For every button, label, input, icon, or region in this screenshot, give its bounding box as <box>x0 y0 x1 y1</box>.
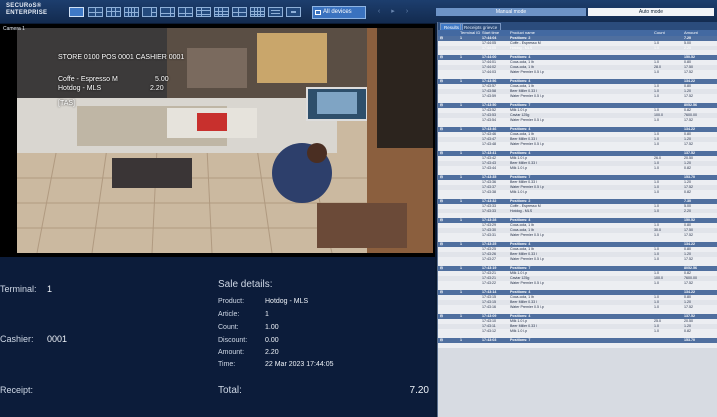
overlay-item1-name: Coffe - Espresso M <box>58 76 118 83</box>
monitor-icon <box>315 10 321 15</box>
cashier-label: Cashier: <box>0 334 34 344</box>
all-devices-label: All devices <box>323 9 352 15</box>
terminal-label: Terminal: <box>0 284 37 294</box>
discount-label: Discount: <box>218 337 248 344</box>
time-label: Time: <box>218 361 236 368</box>
forward-icon[interactable]: › <box>402 8 412 16</box>
app-window: SECURoS® ENTERPRISE All devices ‹ ▸ › Ma… <box>0 0 717 417</box>
overlay-item2-name: Hotdog - MLS <box>58 85 102 92</box>
layout-6x6-button[interactable] <box>250 7 265 17</box>
layout-3x3-button[interactable] <box>106 7 121 17</box>
layout-2plus8-button[interactable] <box>178 7 193 17</box>
product-label: Product: <box>218 298 245 305</box>
receipt-details-panel: Terminal: 1 Cashier: 0001 Receipt: Sale … <box>0 257 435 417</box>
layout-1plus12-button[interactable] <box>196 7 211 17</box>
sale-details-title: Sale details: <box>218 279 273 290</box>
product-value: Hotdog - MLS <box>265 298 309 305</box>
overlay-store-line: STORE 0100 POS 0001 CASHIER 0001 <box>58 54 185 61</box>
camera-view[interactable]: Camera 1 STORE 0100 POS 0001 CASHIER 000… <box>0 24 435 257</box>
receipt-label: Receipt: <box>0 385 34 395</box>
manual-mode-tab[interactable]: Manual mode <box>436 8 586 16</box>
layout-dropdown-button[interactable] <box>286 7 301 17</box>
amount-label: Amount: <box>218 349 245 356</box>
terminal-value: 1 <box>47 284 53 294</box>
layout-4x4-button[interactable] <box>124 7 139 17</box>
app-logo: SECURoS® ENTERPRISE <box>6 3 52 21</box>
receipts-panel: Results Receipts grievce Terminal ID Sta… <box>437 22 717 417</box>
time-value: 22 Mar 2023 17:44:05 <box>265 361 334 368</box>
auto-mode-tab[interactable]: Auto mode <box>588 8 714 16</box>
cashier-value: 0001 <box>47 334 68 344</box>
total-label: Total: <box>218 385 242 396</box>
article-value: 1 <box>265 311 269 318</box>
layout-1plus5-button[interactable] <box>142 7 157 17</box>
back-icon[interactable]: ‹ <box>374 8 384 16</box>
layout-2x2-button[interactable] <box>88 7 103 17</box>
receipts-tabs: Results Receipts grievce <box>438 22 717 30</box>
layout-custom-button[interactable] <box>268 7 283 17</box>
overlay-item1-price: 5.00 <box>155 76 169 83</box>
play-icon[interactable]: ▸ <box>388 8 398 16</box>
receipts-table-body[interactable]: ⊟ 1 17:44:04 Positions: 2 7.20 17:44:05 Coffe … <box>438 36 717 417</box>
all-devices-button[interactable]: All devices <box>312 6 366 19</box>
logo-line2: ENTERPRISE <box>6 10 48 16</box>
discount-value: 0.00 <box>265 337 279 344</box>
layout-2plus10-button[interactable] <box>232 7 247 17</box>
video-picture <box>17 28 433 253</box>
count-label: Count: <box>218 324 239 331</box>
layout-1plus7-button[interactable] <box>160 7 175 17</box>
amount-value: 2.20 <box>265 349 279 356</box>
overlay-tag: [TAS] <box>58 100 75 107</box>
camera-label: Camera 1 <box>3 26 25 32</box>
article-label: Article: <box>218 311 240 318</box>
count-value: 1.00 <box>265 324 279 331</box>
receipt-spacer-row <box>438 343 717 348</box>
layout-1x1-button[interactable] <box>69 7 84 17</box>
tab-receipts-grievce[interactable]: Receipts grievce <box>460 23 502 30</box>
top-toolbar: SECURoS® ENTERPRISE All devices ‹ ▸ › Ma… <box>0 0 717 24</box>
video-frame[interactable]: STORE 0100 POS 0001 CASHIER 0001 Coffe -… <box>17 28 433 253</box>
overlay-item2-price: 2.20 <box>150 85 164 92</box>
logo-line1: SECURoS® <box>6 3 42 9</box>
total-value: 7.20 <box>409 385 429 396</box>
layout-5x5-button[interactable] <box>214 7 229 17</box>
